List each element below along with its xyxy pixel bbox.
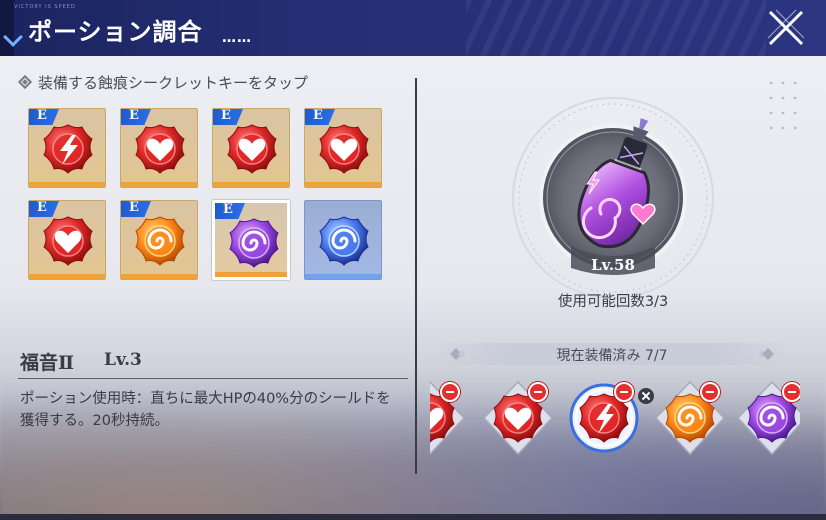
close-button[interactable] xyxy=(764,6,808,50)
right-diamond-icon xyxy=(758,348,774,360)
header-bar: VICTORY IS SPEED ポーション調合 …… xyxy=(0,0,826,56)
key-slot[interactable]: E xyxy=(212,200,290,280)
heart-red-gem-icon xyxy=(42,215,94,267)
dots-decoration xyxy=(769,81,797,130)
equipped-count: 現在装備済み 7/7 xyxy=(556,348,668,364)
equipped-slot[interactable] xyxy=(430,376,470,456)
equipped-badge-label: E xyxy=(221,108,231,123)
key-grid: E E E E E E E xyxy=(28,108,388,280)
heart-red-gem-icon xyxy=(318,123,370,175)
equipped-badge-label: E xyxy=(129,108,139,123)
divider xyxy=(18,378,408,379)
vertical-divider xyxy=(415,78,417,474)
heart-red-gem-icon xyxy=(134,123,186,175)
equipped-badge-label: E xyxy=(37,200,47,215)
instruction-text: 装備する蝕痕シークレットキーをタップ xyxy=(17,72,309,93)
equipped-slot[interactable] xyxy=(564,376,644,456)
potion-level: Lv.58 xyxy=(591,256,635,274)
equipped-track xyxy=(430,372,800,464)
equipped-badge-label: E xyxy=(129,200,139,215)
equipped-slot[interactable] xyxy=(478,376,558,456)
key-slot[interactable]: E xyxy=(120,200,198,280)
key-slot[interactable]: E xyxy=(28,200,106,280)
remove-icon[interactable] xyxy=(440,382,460,402)
lightning-red-gem-icon xyxy=(42,123,94,175)
uses-remaining: 使用可能回数3/3 xyxy=(557,294,669,310)
remove-icon[interactable] xyxy=(700,382,720,402)
equipped-header: 現在装備済み 7/7 xyxy=(440,343,784,365)
key-slot[interactable]: E xyxy=(120,108,198,188)
swirl-orange-gem-icon xyxy=(134,215,186,267)
skill-description: ポーション使用時：直ちに最大HPの40%分のシールドを獲得する。20秒持続。 xyxy=(20,391,391,429)
equipped-slot[interactable] xyxy=(650,376,730,456)
equipped-badge-label: E xyxy=(223,202,233,217)
title-dots: …… xyxy=(222,30,252,46)
key-slot[interactable]: E xyxy=(28,108,106,188)
skill-name: 福音Ⅱ xyxy=(20,352,75,374)
header-tiny-text: VICTORY IS SPEED xyxy=(14,4,76,10)
equipped-badge-label: E xyxy=(313,108,323,123)
swirl-blue-gem-icon xyxy=(318,215,370,267)
heart-red-gem-icon xyxy=(226,123,278,175)
remove-icon[interactable] xyxy=(614,382,634,402)
equipped-slot[interactable] xyxy=(732,376,800,456)
diamond-icon xyxy=(17,74,33,90)
remove-icon[interactable] xyxy=(528,382,548,402)
key-slot[interactable]: E xyxy=(304,108,382,188)
instruction-label: 装備する蝕痕シークレットキーをタップ xyxy=(38,74,309,92)
equipped-badge-label: E xyxy=(37,108,47,123)
skill-level: Lv.3 xyxy=(104,350,142,370)
remove-icon[interactable] xyxy=(782,382,800,402)
key-slot[interactable]: E xyxy=(212,108,290,188)
swirl-purple-gem-icon xyxy=(228,217,280,269)
header-stripes xyxy=(466,0,766,56)
clear-icon[interactable] xyxy=(638,388,654,404)
close-icon xyxy=(767,9,805,46)
page-title: ポーション調合 xyxy=(28,18,203,46)
key-slot[interactable] xyxy=(304,200,382,280)
bottom-strip xyxy=(0,514,826,520)
